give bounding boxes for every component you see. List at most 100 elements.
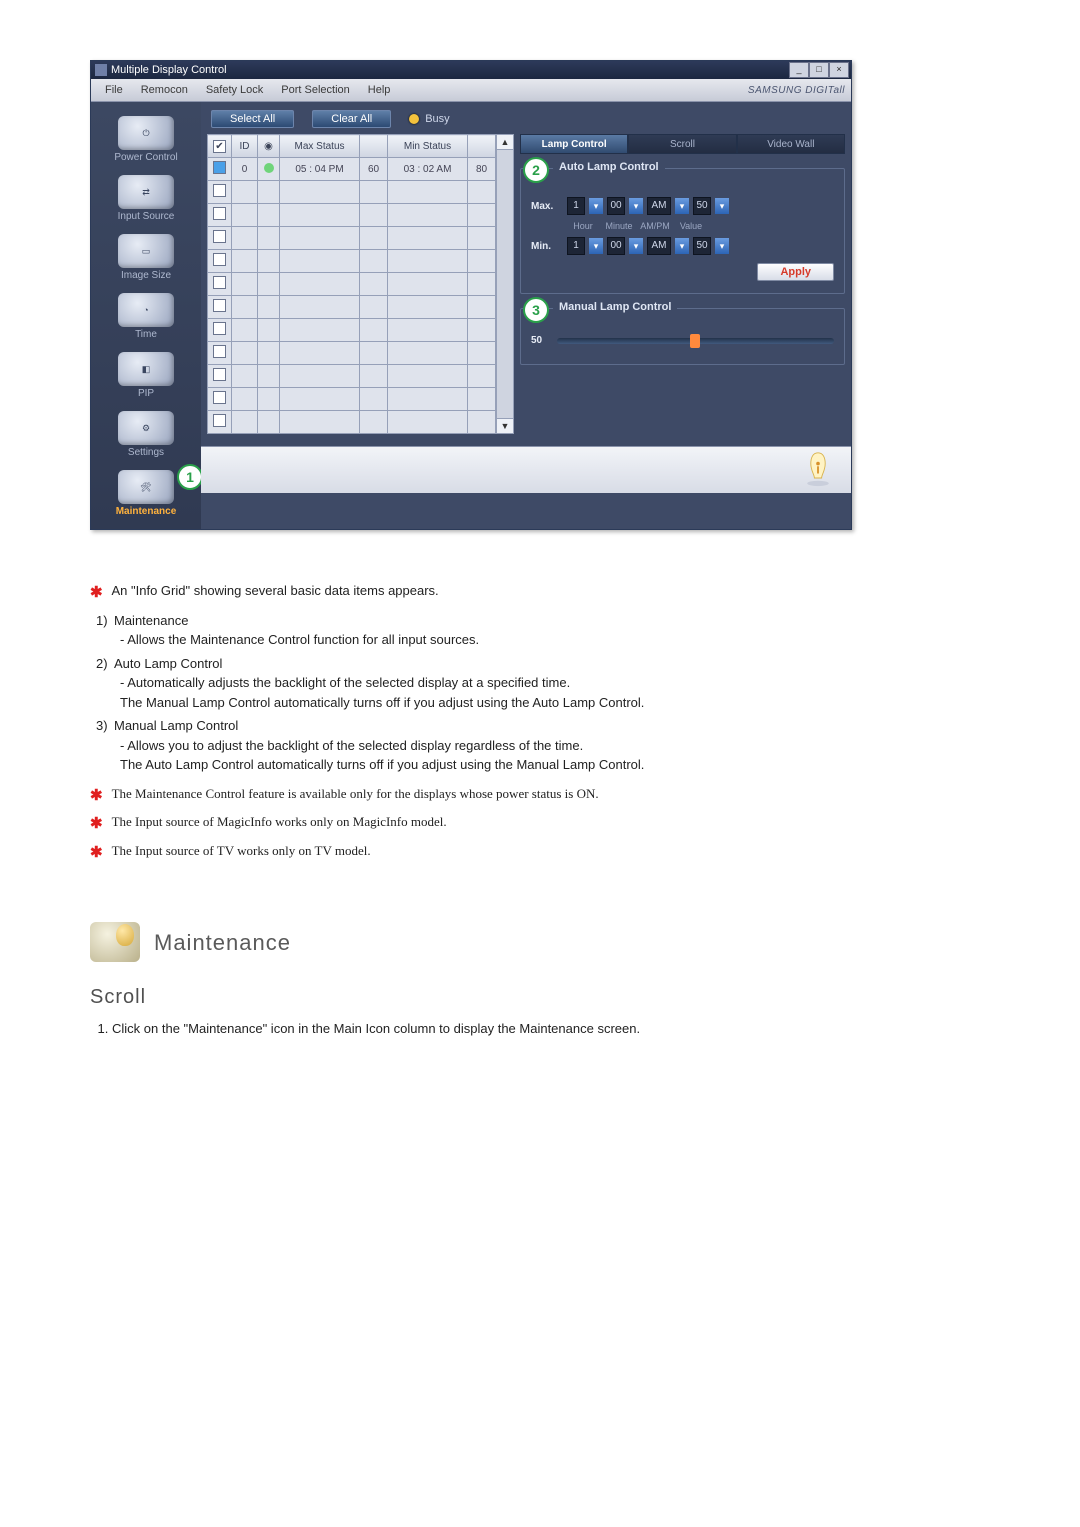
apply-button[interactable]: Apply xyxy=(757,263,834,281)
max-hour-dd[interactable]: ▾ xyxy=(589,198,603,214)
star-icon: ✱ xyxy=(90,816,103,832)
grid-header-max-val[interactable] xyxy=(360,135,388,158)
menu-file[interactable]: File xyxy=(97,82,131,98)
max-hour-input[interactable]: 1 xyxy=(567,197,585,215)
min-ampm-dd[interactable]: ▾ xyxy=(675,238,689,254)
max-value-input[interactable]: 50 xyxy=(693,197,711,215)
menu-port-selection[interactable]: Port Selection xyxy=(273,82,357,98)
table-row[interactable] xyxy=(208,296,496,319)
table-row[interactable] xyxy=(208,204,496,227)
grid-header-max-status[interactable]: Max Status xyxy=(280,135,360,158)
min-minute-input[interactable]: 00 xyxy=(607,237,625,255)
tab-video-wall[interactable]: Video Wall xyxy=(737,134,845,154)
table-row[interactable] xyxy=(208,181,496,204)
feature-1: 1)Maintenance - Allows the Maintenance C… xyxy=(96,611,950,650)
max-value-dd[interactable]: ▾ xyxy=(715,198,729,214)
min-value-input[interactable]: 50 xyxy=(693,237,711,255)
scroll-up-icon[interactable]: ▲ xyxy=(497,135,513,150)
grid-header-status[interactable]: ◉ xyxy=(258,135,280,158)
row-min-status xyxy=(388,411,468,434)
table-row[interactable] xyxy=(208,227,496,250)
annotation-2: 2 xyxy=(523,157,549,183)
section-heading-maintenance: Maintenance xyxy=(90,922,950,962)
menubar: File Remocon Safety Lock Port Selection … xyxy=(91,79,851,102)
row-id xyxy=(232,296,258,319)
row-min-val xyxy=(468,388,496,411)
sidebar-item-settings[interactable]: ⚙ Settings xyxy=(103,407,189,464)
maximize-button[interactable]: □ xyxy=(809,62,829,78)
row-checkbox[interactable] xyxy=(213,230,226,243)
slider-thumb-icon[interactable] xyxy=(690,334,700,348)
row-checkbox[interactable] xyxy=(213,253,226,266)
max-minute-input[interactable]: 00 xyxy=(607,197,625,215)
row-max-status xyxy=(280,204,360,227)
table-row[interactable] xyxy=(208,411,496,434)
row-checkbox[interactable] xyxy=(213,368,226,381)
max-label: Max. xyxy=(531,201,563,212)
scroll-steps: Click on the "Maintenance" icon in the M… xyxy=(90,1019,950,1039)
sidebar-item-power-control[interactable]: ⏻ Power Control xyxy=(103,112,189,169)
row-max-status xyxy=(280,365,360,388)
sidebar-item-pip[interactable]: ◧ PIP xyxy=(103,348,189,405)
grid-header-id[interactable]: ID xyxy=(232,135,258,158)
row-max-status xyxy=(280,388,360,411)
table-row[interactable] xyxy=(208,365,496,388)
row-min-status xyxy=(388,250,468,273)
app-body: ⏻ Power Control ⇄ Input Source ▭ Image S… xyxy=(91,102,851,529)
min-minute-dd[interactable]: ▾ xyxy=(629,238,643,254)
row-checkbox[interactable] xyxy=(213,184,226,197)
table-row[interactable] xyxy=(208,319,496,342)
clear-all-button[interactable]: Clear All xyxy=(312,110,391,128)
row-min-val xyxy=(468,342,496,365)
sidebar-item-maintenance[interactable]: 🛠 Maintenance 1 xyxy=(103,466,189,523)
row-checkbox[interactable] xyxy=(213,414,226,427)
min-hour-dd[interactable]: ▾ xyxy=(589,238,603,254)
row-checkbox[interactable] xyxy=(213,391,226,404)
tab-scroll[interactable]: Scroll xyxy=(628,134,736,154)
menu-remocon[interactable]: Remocon xyxy=(133,82,196,98)
max-ampm-dd[interactable]: ▾ xyxy=(675,198,689,214)
row-checkbox[interactable] xyxy=(213,276,226,289)
grid-header-min-val[interactable] xyxy=(468,135,496,158)
max-minute-dd[interactable]: ▾ xyxy=(629,198,643,214)
main-column: Select All Clear All Busy xyxy=(201,102,851,529)
scroll-down-icon[interactable]: ▼ xyxy=(497,418,513,433)
sidebar-item-time[interactable]: ◔ Time xyxy=(103,289,189,346)
document-body: ✱ An "Info Grid" showing several basic d… xyxy=(90,580,950,1039)
max-ampm-input[interactable]: AM xyxy=(647,197,671,215)
busy-indicator: Busy xyxy=(409,113,449,125)
table-row[interactable] xyxy=(208,273,496,296)
minimize-button[interactable]: _ xyxy=(789,62,809,78)
min-hour-input[interactable]: 1 xyxy=(567,237,585,255)
row-checkbox[interactable] xyxy=(213,207,226,220)
pip-icon: ◧ xyxy=(118,352,174,386)
row-checkbox[interactable] xyxy=(213,161,226,174)
row-checkbox[interactable] xyxy=(213,345,226,358)
table-row[interactable] xyxy=(208,342,496,365)
close-button[interactable]: × xyxy=(829,62,849,78)
grid-scrollbar[interactable]: ▲ ▼ xyxy=(496,134,514,434)
grid-header-check[interactable]: ✔ xyxy=(208,135,232,158)
sidebar-item-input-source[interactable]: ⇄ Input Source xyxy=(103,171,189,228)
min-ampm-input[interactable]: AM xyxy=(647,237,671,255)
window-buttons: _ □ × xyxy=(789,62,849,78)
row-min-status xyxy=(388,388,468,411)
row-min-status: 03 : 02 AM xyxy=(388,158,468,181)
sidebar-item-image-size[interactable]: ▭ Image Size xyxy=(103,230,189,287)
grid-header-min-status[interactable]: Min Status xyxy=(388,135,468,158)
table-row[interactable]: 005 : 04 PM6003 : 02 AM80 xyxy=(208,158,496,181)
tab-lamp-control[interactable]: Lamp Control xyxy=(520,134,628,154)
table-row[interactable] xyxy=(208,388,496,411)
row-checkbox[interactable] xyxy=(213,322,226,335)
menu-help[interactable]: Help xyxy=(360,82,399,98)
info-grid: ✔ ID ◉ Max Status Min Status 005 : 04 PM… xyxy=(207,134,514,434)
row-checkbox[interactable] xyxy=(213,299,226,312)
menu-safety-lock[interactable]: Safety Lock xyxy=(198,82,271,98)
table-row[interactable] xyxy=(208,250,496,273)
row-max-val xyxy=(360,296,388,319)
manual-lamp-slider[interactable] xyxy=(557,338,834,344)
min-value-dd[interactable]: ▾ xyxy=(715,238,729,254)
select-all-button[interactable]: Select All xyxy=(211,110,294,128)
row-min-status xyxy=(388,181,468,204)
power-icon: ⏻ xyxy=(118,116,174,150)
